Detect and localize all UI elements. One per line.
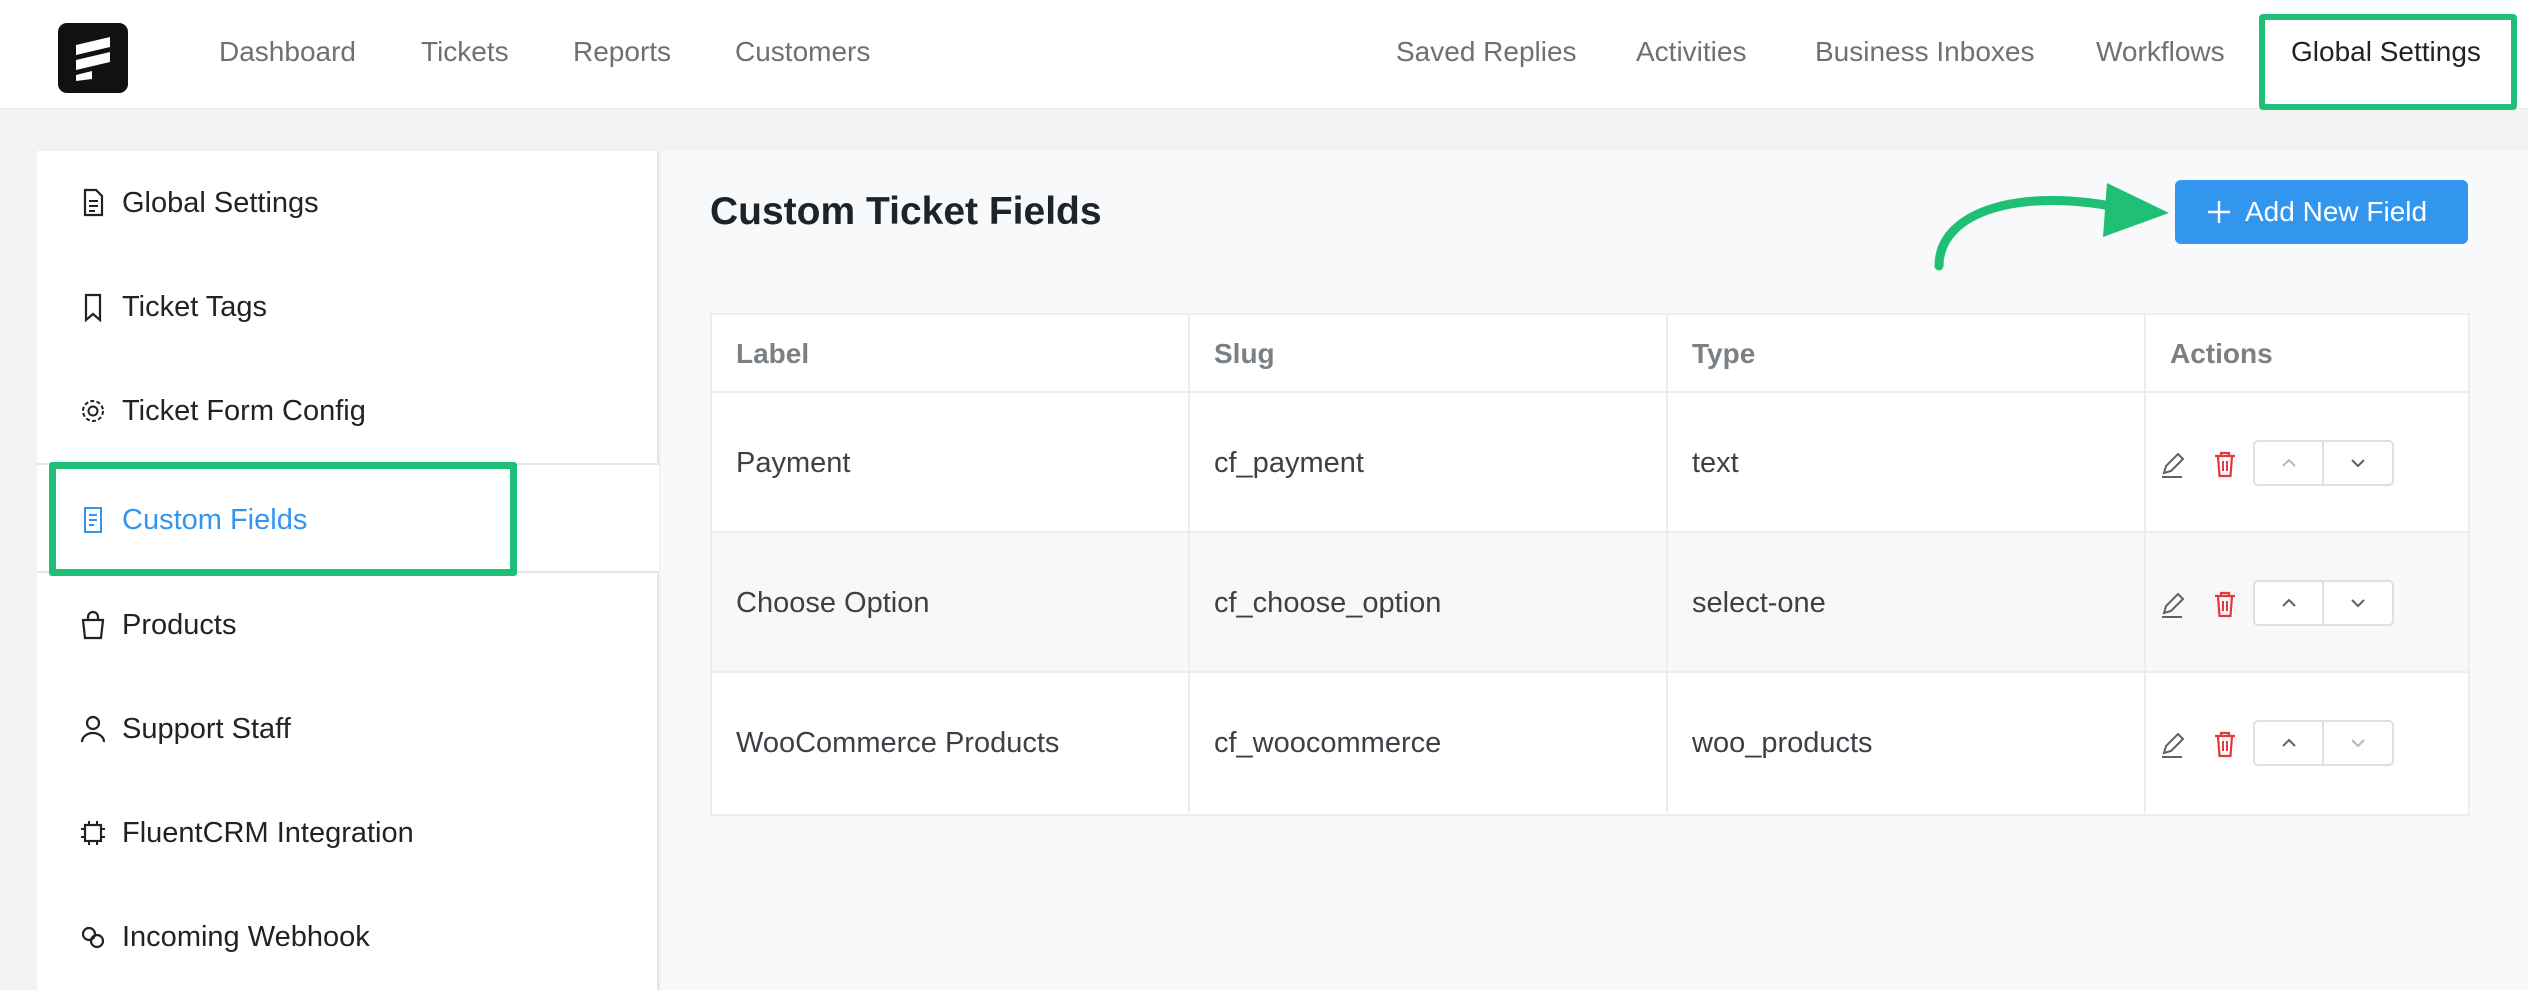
column-header-type[interactable]: Type (1668, 315, 2146, 393)
chip-icon (77, 816, 109, 850)
sidebar-item-label: Incoming Webhook (122, 921, 370, 953)
sidebar-item-label: Support Staff (122, 713, 291, 745)
top-navigation: Dashboard Tickets Reports Customers Save… (0, 0, 2528, 110)
chevron-down-icon (2351, 599, 2365, 608)
arrow-pointer-icon (1934, 183, 2169, 271)
add-new-field-button[interactable]: Add New Field (2175, 180, 2468, 244)
bookmark-icon (77, 290, 109, 324)
nav-business-inboxes[interactable]: Business Inboxes (1815, 30, 2034, 74)
cell-label: Payment (712, 393, 1190, 533)
edit-icon[interactable] (2159, 729, 2185, 759)
trash-icon[interactable] (2212, 589, 2238, 619)
sidebar-item-products[interactable]: Products (37, 573, 659, 677)
trash-icon[interactable] (2212, 449, 2238, 479)
sidebar-item-label: FluentCRM Integration (122, 817, 414, 849)
table-row: WooCommerce Products cf_woocommerce woo_… (712, 673, 2468, 813)
chevron-up-icon (2282, 458, 2296, 467)
sidebar-item-label: Ticket Tags (122, 291, 268, 323)
column-header-label[interactable]: Label (712, 315, 1190, 393)
cell-type: woo_products (1668, 673, 2146, 813)
plus-icon (2206, 199, 2232, 225)
sidebar-item-label: Custom Fields (122, 504, 308, 536)
nav-saved-replies[interactable]: Saved Replies (1396, 30, 1577, 74)
table-row: Payment cf_payment text (712, 393, 2468, 533)
custom-fields-table: Label Slug Type Actions Payment cf_payme… (710, 313, 2470, 816)
column-header-actions: Actions (2146, 315, 2468, 393)
cell-type: text (1668, 393, 2146, 533)
move-down-button[interactable] (2324, 722, 2392, 764)
cell-slug: cf_choose_option (1190, 533, 1668, 673)
sidebar-item-label: Products (122, 609, 237, 641)
fluent-logo-icon[interactable] (58, 23, 128, 93)
nav-activities[interactable]: Activities (1636, 30, 1746, 74)
gear-icon (77, 394, 109, 428)
sidebar-item-incoming-webhook[interactable]: Incoming Webhook (37, 885, 659, 989)
move-down-button[interactable] (2324, 582, 2392, 624)
document-icon (77, 186, 109, 220)
edit-icon[interactable] (2159, 449, 2185, 479)
cell-type: select-one (1668, 533, 2146, 673)
table-row: Choose Option cf_choose_option select-on… (712, 533, 2468, 673)
add-new-field-label: Add New Field (2245, 196, 2428, 227)
trash-icon[interactable] (2212, 729, 2238, 759)
sidebar-item-ticket-tags[interactable]: Ticket Tags (37, 255, 659, 359)
nav-global-settings[interactable]: Global Settings (2291, 30, 2481, 74)
reorder-button-group (2253, 720, 2394, 766)
move-up-button[interactable] (2255, 722, 2324, 764)
shopping-bag-icon (77, 608, 109, 642)
reorder-button-group (2253, 580, 2394, 626)
reorder-button-group (2253, 440, 2394, 486)
sidebar-item-global-settings[interactable]: Global Settings (37, 151, 659, 255)
chevron-up-icon (2282, 598, 2296, 607)
form-icon (77, 503, 109, 537)
page-title: Custom Ticket Fields (710, 190, 1102, 233)
chevron-up-icon (2282, 738, 2296, 747)
sidebar-item-label: Ticket Form Config (122, 395, 366, 427)
sidebar-item-fluentcrm-integration[interactable]: FluentCRM Integration (37, 781, 659, 885)
sidebar-item-custom-fields[interactable]: Custom Fields (37, 463, 659, 573)
move-down-button[interactable] (2324, 442, 2392, 484)
sidebar-item-ticket-form-config[interactable]: Ticket Form Config (37, 359, 659, 463)
cell-slug: cf_woocommerce (1190, 673, 1668, 813)
nav-reports[interactable]: Reports (573, 30, 671, 74)
sidebar-item-label: Global Settings (122, 187, 319, 219)
cell-slug: cf_payment (1190, 393, 1668, 533)
user-icon (77, 712, 109, 746)
nav-workflows[interactable]: Workflows (2096, 30, 2225, 74)
move-up-button[interactable] (2255, 582, 2324, 624)
nav-customers[interactable]: Customers (735, 30, 870, 74)
chevron-down-icon (2351, 739, 2365, 748)
main-panel: Custom Ticket Fields Add New Field Label… (661, 151, 2528, 990)
move-up-button[interactable] (2255, 442, 2324, 484)
edit-icon[interactable] (2159, 589, 2185, 619)
nav-tickets[interactable]: Tickets (421, 30, 509, 74)
webhook-icon (77, 920, 109, 954)
chevron-down-icon (2351, 459, 2365, 468)
nav-dashboard[interactable]: Dashboard (219, 30, 356, 74)
cell-label: Choose Option (712, 533, 1190, 673)
cell-label: WooCommerce Products (712, 673, 1190, 813)
sidebar-item-support-staff[interactable]: Support Staff (37, 677, 659, 781)
settings-sidebar: Global Settings Ticket Tags Ticket Form … (37, 151, 659, 990)
column-header-slug[interactable]: Slug (1190, 315, 1668, 393)
